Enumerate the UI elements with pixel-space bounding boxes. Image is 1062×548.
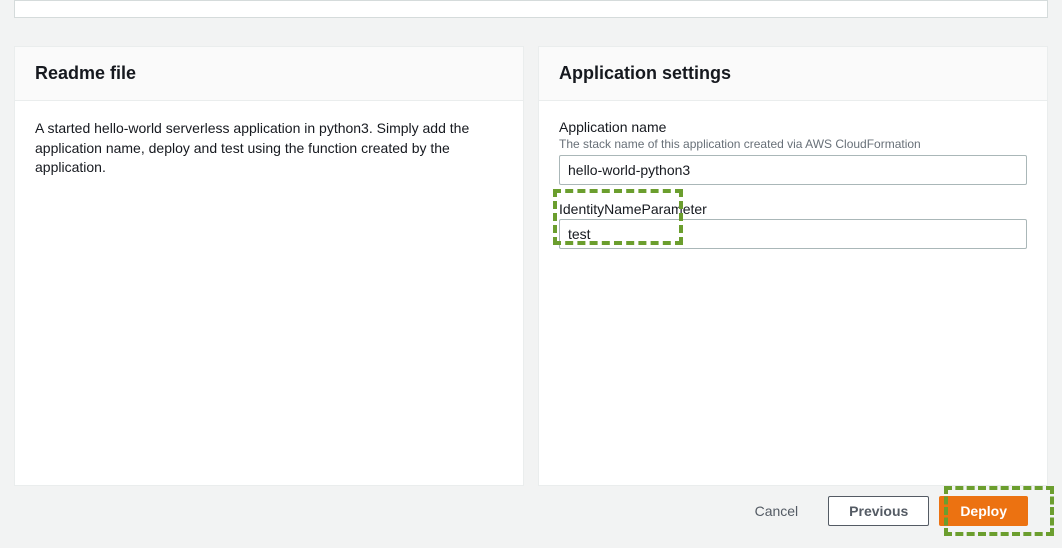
identity-param-group: IdentityNameParameter: [559, 201, 1027, 249]
readme-title: Readme file: [35, 63, 503, 84]
readme-body-text: A started hello-world serverless applica…: [35, 119, 503, 178]
app-name-hint: The stack name of this application creat…: [559, 137, 1027, 151]
previous-button[interactable]: Previous: [828, 496, 929, 526]
app-name-input[interactable]: [559, 155, 1027, 185]
identity-param-input[interactable]: [559, 219, 1027, 249]
settings-title: Application settings: [559, 63, 1027, 84]
top-empty-box: [14, 0, 1048, 18]
app-name-label: Application name: [559, 119, 1027, 135]
deploy-button[interactable]: Deploy: [939, 496, 1028, 526]
identity-param-label: IdentityNameParameter: [559, 201, 1027, 217]
readme-panel: Readme file A started hello-world server…: [14, 46, 524, 486]
app-name-group: Application name The stack name of this …: [559, 119, 1027, 185]
cancel-button[interactable]: Cancel: [735, 497, 819, 525]
footer-actions: Cancel Previous Deploy: [14, 486, 1048, 546]
readme-header: Readme file: [15, 47, 523, 101]
settings-header: Application settings: [539, 47, 1047, 101]
settings-panel: Application settings Application name Th…: [538, 46, 1048, 486]
